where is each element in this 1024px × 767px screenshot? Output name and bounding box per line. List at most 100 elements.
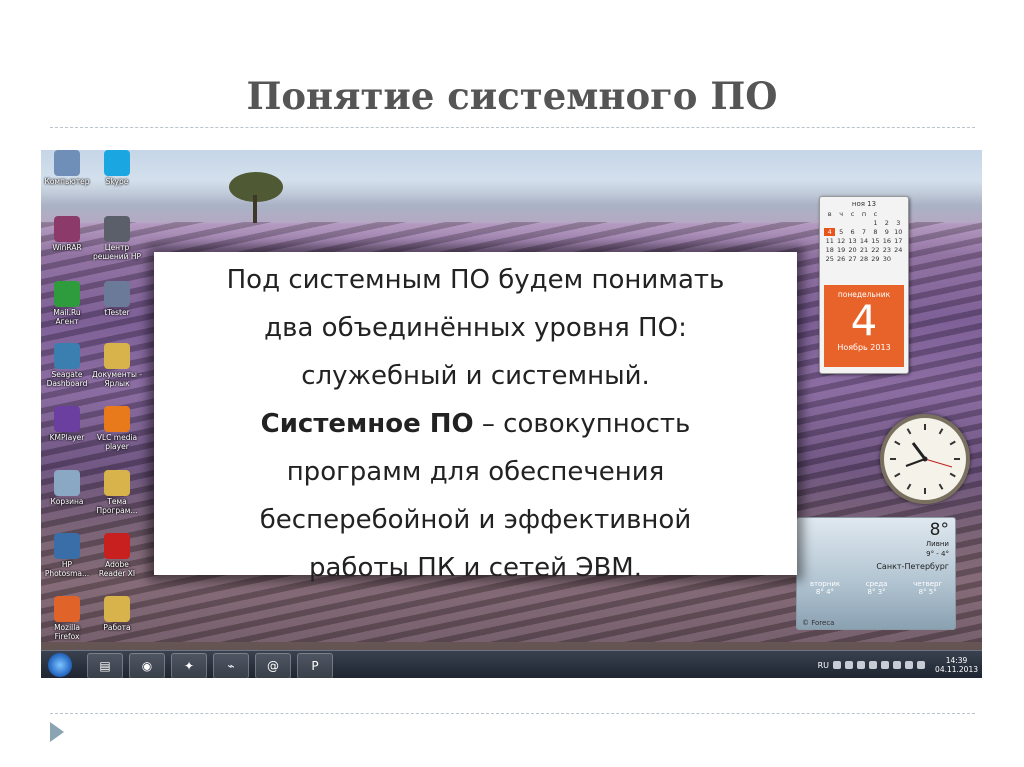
desktop-shortcut-label: Корзина xyxy=(50,497,84,506)
desktop-shortcut-label: Seagate Dashboard xyxy=(46,370,88,388)
calendar-day-cell[interactable]: 23 xyxy=(881,246,892,254)
explorer-folder-icon[interactable]: ▤ xyxy=(87,653,123,678)
calendar-day-cell[interactable]: 21 xyxy=(858,246,869,254)
desktop-shortcut[interactable]: HP Photosma... xyxy=(41,533,93,578)
start-button[interactable] xyxy=(48,653,72,677)
next-slide-arrow-icon[interactable] xyxy=(50,722,64,742)
calendar-day-cell[interactable]: 15 xyxy=(870,237,881,245)
text-line: два объединённых уровня ПО: xyxy=(264,313,687,343)
calendar-day-cell[interactable]: 24 xyxy=(893,246,904,254)
clock-gadget[interactable] xyxy=(880,414,970,504)
desktop-shortcut[interactable]: Тема Програм... xyxy=(91,470,143,515)
desktop-shortcut[interactable]: tTester xyxy=(91,281,143,317)
weather-source[interactable]: © Foreca xyxy=(802,619,834,627)
desktop-shortcut[interactable]: WinRAR xyxy=(41,216,93,252)
calendar-day-cell[interactable]: 1 xyxy=(870,219,881,227)
calendar-day-cell[interactable]: 25 xyxy=(824,255,835,263)
document-icon xyxy=(104,470,130,496)
volume-icon[interactable] xyxy=(917,661,926,669)
hp-photosmart-icon xyxy=(54,533,80,559)
calendar-day-cell[interactable]: 17 xyxy=(893,237,904,245)
calendar-day-cell xyxy=(893,255,904,263)
forecast-temps: 8° 3° xyxy=(867,588,886,596)
calendar-day-cell[interactable]: 26 xyxy=(835,255,846,263)
calendar-weekday-header: в xyxy=(827,210,832,218)
calendar-day-cell[interactable]: 16 xyxy=(881,237,892,245)
weather-forecast: вторник 8° 4° среда 8° 3° четверг 8° 5° xyxy=(797,580,955,596)
calendar-day-cell[interactable]: 10 xyxy=(893,228,904,236)
weather-gadget[interactable]: 8° Ливни 9° - 4° Санкт-Петербург вторник… xyxy=(796,517,956,630)
tray-clock[interactable]: 14:39 04.11.2013 xyxy=(935,656,978,674)
calendar-day-cell[interactable]: 27 xyxy=(847,255,858,263)
forecast-day: среда 8° 3° xyxy=(866,580,888,596)
tray-icon[interactable] xyxy=(845,661,854,669)
firefox-icon[interactable]: ◉ xyxy=(129,653,165,678)
calendar-day-cell[interactable]: 11 xyxy=(824,237,835,245)
calendar-day-cell[interactable]: 28 xyxy=(858,255,869,263)
desktop-shortcut[interactable]: Компьютер xyxy=(41,150,93,186)
calendar-day-cell[interactable]: 5 xyxy=(835,228,846,236)
text-line: работы ПК и сетей ЭВМ. xyxy=(308,553,643,583)
calendar-day-cell[interactable]: 12 xyxy=(835,237,846,245)
kmplayer-icon xyxy=(54,406,80,432)
calendar-day-cell[interactable]: 18 xyxy=(824,246,835,254)
tray-icon[interactable] xyxy=(857,661,866,669)
calendar-day-cell[interactable]: 9 xyxy=(881,228,892,236)
forecast-day-name: четверг xyxy=(913,580,943,588)
desktop-shortcut[interactable]: VLC media player xyxy=(91,406,143,451)
forecast-temps: 8° 4° xyxy=(815,588,835,596)
skype-icon xyxy=(104,150,130,176)
tray-icon[interactable] xyxy=(833,661,842,669)
desktop-shortcut[interactable]: Работа xyxy=(91,596,143,632)
desktop-shortcut[interactable]: Документы - Ярлык xyxy=(91,343,143,388)
text-line: программ для обеспечения xyxy=(286,457,665,487)
calendar-gadget[interactable]: ноя 13 в ч с п с 1 2 3 4 5 6 7 8 9 10 11 12 13 14 15 16 17 18 1… xyxy=(819,196,909,374)
calendar-weekday-header xyxy=(881,210,892,218)
calendar-day-cell[interactable]: 30 xyxy=(881,255,892,263)
mail-agent-icon[interactable]: @ xyxy=(255,653,291,678)
desktop-shortcut[interactable]: Корзина xyxy=(41,470,93,506)
desktop-shortcut-label: HP Photosma... xyxy=(44,560,90,578)
top-divider xyxy=(50,127,975,128)
computer-icon xyxy=(54,150,80,176)
desktop-shortcut-label: Adobe Reader XI xyxy=(98,560,136,578)
network-icon[interactable]: ⌁ xyxy=(213,653,249,678)
desktop-shortcut[interactable]: KMPlayer xyxy=(41,406,93,442)
text-line: бесперебойной и эффективной xyxy=(259,505,692,535)
calendar-day-cell[interactable]: 6 xyxy=(847,228,858,236)
control-panel-icon[interactable]: ✦ xyxy=(171,653,207,678)
tray-icon[interactable] xyxy=(881,661,890,669)
calendar-day-cell[interactable]: 2 xyxy=(881,219,892,227)
definition-textbox: Под системным ПО будем понимать два объе… xyxy=(154,252,797,583)
calendar-month-year: Ноябрь 2013 xyxy=(837,343,891,352)
calendar-day-cell[interactable]: 22 xyxy=(870,246,881,254)
forecast-day: вторник 8° 4° xyxy=(810,580,840,596)
calendar-day-cell[interactable]: 8 xyxy=(870,228,881,236)
calendar-day-cell[interactable]: 13 xyxy=(847,237,858,245)
powerpoint-icon[interactable]: P xyxy=(297,653,333,678)
language-indicator[interactable]: RU xyxy=(818,661,829,670)
desktop-shortcut[interactable]: Seagate Dashboard xyxy=(41,343,93,388)
calendar-day-cell[interactable]: 20 xyxy=(847,246,858,254)
desktop-shortcut[interactable]: Mozilla Firefox xyxy=(41,596,93,641)
hp-icon xyxy=(104,216,130,242)
desktop-shortcut[interactable]: Центр решений HP xyxy=(91,216,143,261)
calendar-day-cell[interactable]: 3 xyxy=(893,219,904,227)
tray-icon[interactable] xyxy=(893,661,902,669)
desktop-shortcut-label: Работа xyxy=(103,623,131,632)
calendar-day-cell[interactable]: 14 xyxy=(858,237,869,245)
calendar-day-cell[interactable]: 4 xyxy=(824,228,836,236)
calendar-day-cell[interactable]: 7 xyxy=(858,228,869,236)
desktop-shortcut[interactable]: Skype xyxy=(91,150,143,186)
calendar-day-cell[interactable]: 19 xyxy=(835,246,846,254)
desktop-shortcut[interactable]: Adobe Reader XI xyxy=(91,533,143,578)
desktop-shortcut[interactable]: Mail.Ru Агент xyxy=(41,281,93,326)
calendar-weekday-header: с xyxy=(873,210,878,218)
tree-trunk xyxy=(253,195,257,223)
calendar-month-nav[interactable]: ноя 13 xyxy=(820,200,908,208)
calendar-day-cell[interactable]: 29 xyxy=(870,255,881,263)
desktop-shortcut-label: KMPlayer xyxy=(49,433,85,442)
tray-icon[interactable] xyxy=(869,661,878,669)
calendar-day-number: 4 xyxy=(850,296,878,345)
tray-icon[interactable] xyxy=(905,661,914,669)
